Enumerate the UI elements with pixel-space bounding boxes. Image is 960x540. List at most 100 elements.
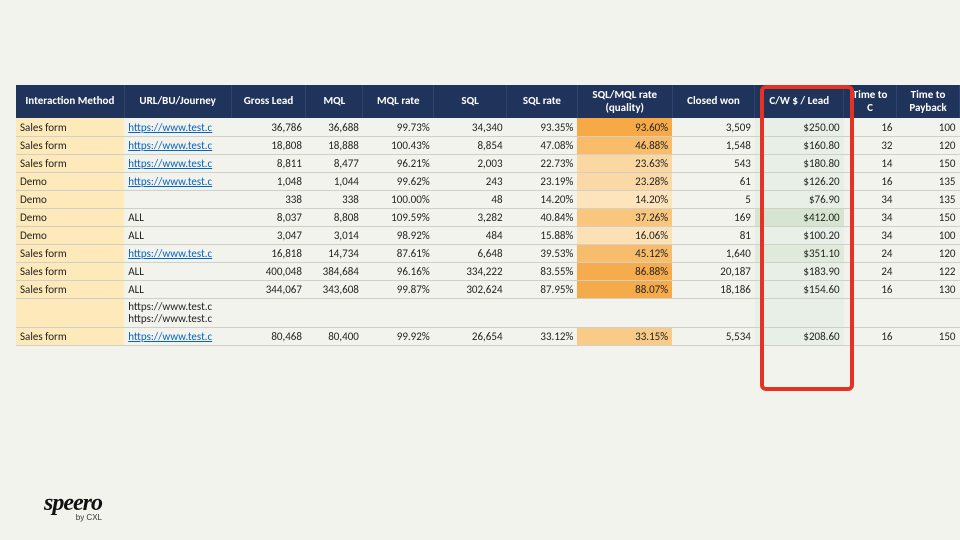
cell-im: Sales form [16,244,124,262]
cell-mql: 80,400 [306,327,363,345]
cell-gl: 36,786 [231,118,306,136]
cell-cw: 1,640 [672,244,755,262]
cell-cw: 81 [672,226,755,244]
cell-ttc: 34 [844,208,897,226]
cell-gl: 1,048 [231,172,306,190]
col-header-url: URL/BU/Journey [124,85,231,118]
table-row: Sales formALL400,048384,68496.16%334,222… [16,262,960,280]
cell-mqlr: 100.00% [363,190,434,208]
cell-url: ALL [124,208,231,226]
cell-mql: 338 [306,190,363,208]
table-row: https://www.test.chttps://www.test.c [16,298,960,327]
cell-cwlead: $180.80 [755,154,844,172]
cell-cwlead: $351.10 [755,244,844,262]
url-link[interactable]: https://www.test.c [128,175,212,188]
cell-mqlr: 96.16% [363,262,434,280]
cell-sql: 484 [434,226,507,244]
table-row: Sales formhttps://www.test.c80,46880,400… [16,327,960,345]
cell-cwlead [755,298,844,327]
cell-mqlr: 99.92% [363,327,434,345]
cell-im: Demo [16,226,124,244]
cell-sql: 34,340 [434,118,507,136]
cell-url: https://www.test.c [124,327,231,345]
cell-mql: 343,608 [306,280,363,298]
cell-cw: 3,509 [672,118,755,136]
cell-mqlr: 99.73% [363,118,434,136]
col-header-sql: SQL [434,85,507,118]
cell-cwlead: $100.20 [755,226,844,244]
cell-sql: 6,648 [434,244,507,262]
url-link[interactable]: https://www.test.c [128,157,212,170]
cell-cwlead: $208.60 [755,327,844,345]
cell-url: https://www.test.chttps://www.test.c [124,298,231,327]
cell-sqlr: 83.55% [507,262,578,280]
cell-cwlead: $250.00 [755,118,844,136]
url-link[interactable]: https://www.test.c [128,330,212,343]
cell-mql: 14,734 [306,244,363,262]
col-header-im: Interaction Method [16,85,124,118]
metrics-table: Interaction MethodURL/BU/JourneyGross Le… [16,85,960,346]
cell-quality: 88.07% [577,280,672,298]
cell-gl: 344,067 [231,280,306,298]
cell-quality: 23.28% [577,172,672,190]
cell-sqlr: 33.12% [507,327,578,345]
cell-quality: 33.15% [577,327,672,345]
cell-mql: 36,688 [306,118,363,136]
cell-cwlead: $412.00 [755,208,844,226]
cell-mql: 384,684 [306,262,363,280]
table-header: Interaction MethodURL/BU/JourneyGross Le… [16,85,960,118]
cell-im: Sales form [16,136,124,154]
cell-quality: 86.88% [577,262,672,280]
cell-cw: 543 [672,154,755,172]
cell-gl: 16,818 [231,244,306,262]
cell-cwlead: $183.90 [755,262,844,280]
col-header-ttc: Time to C [844,85,897,118]
col-header-ttp: Time to Payback [897,85,960,118]
cell-im [16,298,124,327]
cell-mql [306,298,363,327]
cell-im: Demo [16,172,124,190]
cell-cwlead: $160.80 [755,136,844,154]
cell-quality: 23.63% [577,154,672,172]
table-row: Sales formALL344,067343,60899.87%302,624… [16,280,960,298]
cell-cw: 20,187 [672,262,755,280]
cell-url: https://www.test.c [124,118,231,136]
cell-ttc: 24 [844,244,897,262]
cell-gl: 338 [231,190,306,208]
cell-sql: 302,624 [434,280,507,298]
cell-sql [434,298,507,327]
cell-sqlr: 47.08% [507,136,578,154]
cell-mql: 1,044 [306,172,363,190]
url-link[interactable]: https://www.test.c [128,247,212,260]
cell-im: Demo [16,208,124,226]
table-row: Sales formhttps://www.test.c36,78636,688… [16,118,960,136]
cell-mqlr: 98.92% [363,226,434,244]
cell-gl: 400,048 [231,262,306,280]
url-link[interactable]: https://www.test.c [128,139,212,152]
cell-ttp: 150 [897,208,960,226]
cell-gl: 8,811 [231,154,306,172]
cell-quality: 16.06% [577,226,672,244]
cell-gl: 18,808 [231,136,306,154]
cell-gl: 3,047 [231,226,306,244]
cell-url: https://www.test.c [124,172,231,190]
cell-sqlr: 23.19% [507,172,578,190]
cell-mqlr: 96.21% [363,154,434,172]
cell-ttp: 130 [897,280,960,298]
cell-sql: 2,003 [434,154,507,172]
table-row: Sales formhttps://www.test.c8,8118,47796… [16,154,960,172]
table-row: Demo338338100.00%4814.20%14.20%5$76.9034… [16,190,960,208]
cell-ttp: 100 [897,226,960,244]
cell-sql: 3,282 [434,208,507,226]
cell-ttc: 34 [844,190,897,208]
cell-quality: 37.26% [577,208,672,226]
cell-sqlr: 14.20% [507,190,578,208]
cell-url: https://www.test.c [124,244,231,262]
cell-url: ALL [124,262,231,280]
cell-cw: 169 [672,208,755,226]
cell-ttc: 32 [844,136,897,154]
cell-gl [231,298,306,327]
url-link[interactable]: https://www.test.c [128,121,212,134]
cell-cw: 61 [672,172,755,190]
cell-url: ALL [124,280,231,298]
